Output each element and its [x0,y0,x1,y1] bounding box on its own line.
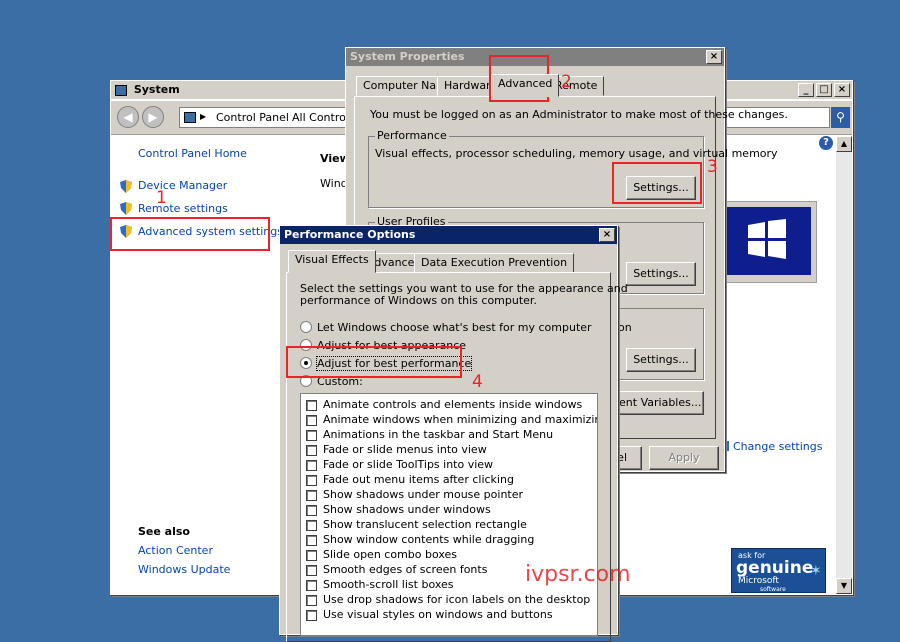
effect-checkbox[interactable] [306,415,317,426]
tab-advanced[interactable]: Advanced [491,74,560,97]
effect-row[interactable]: Fade out menu items after clicking [301,473,591,488]
back-button[interactable]: ◀ [117,106,139,128]
effect-label: Animate windows when minimizing and maxi… [323,413,598,426]
effect-label: Show translucent selection rectangle [323,518,527,531]
effect-row[interactable]: Show window contents while dragging [301,533,591,548]
effect-checkbox[interactable] [306,490,317,501]
effect-row[interactable]: Show shadows under mouse pointer [301,488,591,503]
address-crumb-control-panel[interactable]: Control Panel [216,111,289,124]
effect-row[interactable]: Animate windows when minimizing and maxi… [301,413,597,428]
device-manager-link[interactable]: Device Manager [138,179,227,192]
shield-icon [120,180,132,193]
remote-settings-link[interactable]: Remote settings [138,202,228,215]
control-panel-icon [184,112,196,123]
watermark: ivpsr.com [525,562,631,587]
effect-checkbox[interactable] [306,610,317,621]
system-title: System [133,83,180,96]
effect-row[interactable]: Animations in the taskbar and Start Menu [301,428,591,443]
see-also-heading: See also [138,525,190,538]
effect-label: Use drop shadows for icon labels on the … [323,593,591,606]
effect-checkbox[interactable] [306,595,317,606]
windows-logo-monitor [719,201,817,283]
effect-checkbox[interactable] [306,550,317,561]
effect-row[interactable]: Fade or slide ToolTips into view [301,458,591,473]
tab-visual-effects[interactable]: Visual Effects [288,250,376,273]
highlight-performance-settings [612,162,702,204]
close-button[interactable]: × [834,83,850,97]
maximize-button[interactable]: □ [816,83,832,97]
shield-icon [120,202,132,215]
sysprops-close-button[interactable]: × [706,50,722,64]
effect-checkbox[interactable] [306,580,317,591]
sysprops-title: System Properties [350,50,465,63]
star-icon: ✶ [810,563,822,579]
change-settings-link[interactable]: Change settings [733,440,822,453]
annotation-number-1: 1 [156,188,167,208]
effect-label: Smooth edges of screen fonts [323,563,488,576]
effect-row[interactable]: Show shadows under windows [301,503,591,518]
performance-label: Performance [375,129,449,142]
action-center-link[interactable]: Action Center [138,544,213,557]
effect-checkbox[interactable] [306,445,317,456]
effect-row[interactable]: Animate controls and elements inside win… [301,398,591,413]
apply-button[interactable]: Apply [649,446,719,470]
search-icon[interactable]: ⚲ [831,107,850,128]
effect-label: Animations in the taskbar and Start Menu [323,428,554,441]
highlight-best-performance [286,346,462,378]
effect-label: Animate controls and elements inside win… [323,398,583,411]
effect-checkbox[interactable] [306,475,317,486]
effect-row[interactable]: Fade or slide menus into view [301,443,591,458]
effect-checkbox[interactable] [306,505,317,516]
effect-label: Show window contents while dragging [323,533,535,546]
effect-checkbox[interactable] [306,535,317,546]
effect-label: Use visual styles on windows and buttons [323,608,553,621]
effect-label: Show shadows under mouse pointer [323,488,524,501]
startup-settings-button[interactable]: Settings... [626,348,696,372]
effect-label: Slide open combo boxes [323,548,458,561]
windows-update-link[interactable]: Windows Update [138,563,230,576]
help-icon[interactable]: ? [819,136,833,150]
system-icon [115,84,127,96]
windows-logo-icon [748,219,786,259]
minimize-button[interactable]: _ [798,83,814,97]
perf-titlebar: Performance Options × [280,226,617,244]
effect-row[interactable]: Show translucent selection rectangle [301,518,591,533]
effect-label: Fade out menu items after clicking [323,473,514,486]
radio-let-windows-choose[interactable] [300,321,312,333]
genuine-line4: software [760,586,786,593]
user-profiles-settings-button[interactable]: Settings... [626,262,696,286]
effect-row[interactable]: Use drop shadows for icon labels on the … [301,593,591,608]
control-panel-home-link[interactable]: Control Panel Home [138,147,247,160]
effect-label: Smooth-scroll list boxes [323,578,454,591]
perf-intro-line2: performance of Windows on this computer. [300,294,537,307]
effect-label: Fade or slide ToolTips into view [323,458,494,471]
tab-dep[interactable]: Data Execution Prevention [414,253,575,273]
genuine-line3: Microsoft [738,576,779,586]
perf-close-button[interactable]: × [599,228,615,242]
effect-checkbox[interactable] [306,520,317,531]
highlight-advanced-system-settings [110,217,270,251]
visual-effects-list: Animate controls and elements inside win… [300,393,598,636]
address-bar[interactable]: ▶ Control Panel All Control P [179,107,359,128]
effect-label: Fade or slide menus into view [323,443,487,456]
startup-partial-text: on [618,321,632,334]
effect-row[interactable]: Use visual styles on windows and buttons [301,608,591,623]
vertical-scrollbar[interactable]: ▲ ▼ [836,136,852,594]
admin-note: You must be logged on as an Administrato… [370,108,788,121]
effect-checkbox[interactable] [306,460,317,471]
genuine-microsoft-badge: ask for genuine Microsoft software ✶ [731,548,826,593]
annotation-number-2: 2 [561,72,572,92]
effect-checkbox[interactable] [306,430,317,441]
effect-label: Show shadows under windows [323,503,491,516]
annotation-number-3: 3 [707,157,718,177]
genuine-line2: genuine [736,558,814,578]
effect-checkbox[interactable] [306,400,317,411]
effect-checkbox[interactable] [306,565,317,576]
perf-title: Performance Options [284,228,416,241]
radio-let-windows-choose-label[interactable]: Let Windows choose what's best for my co… [317,321,592,334]
annotation-number-4: 4 [472,372,483,392]
forward-button[interactable]: ▶ [142,106,164,128]
effect-row[interactable]: Slide open combo boxes [301,548,591,563]
